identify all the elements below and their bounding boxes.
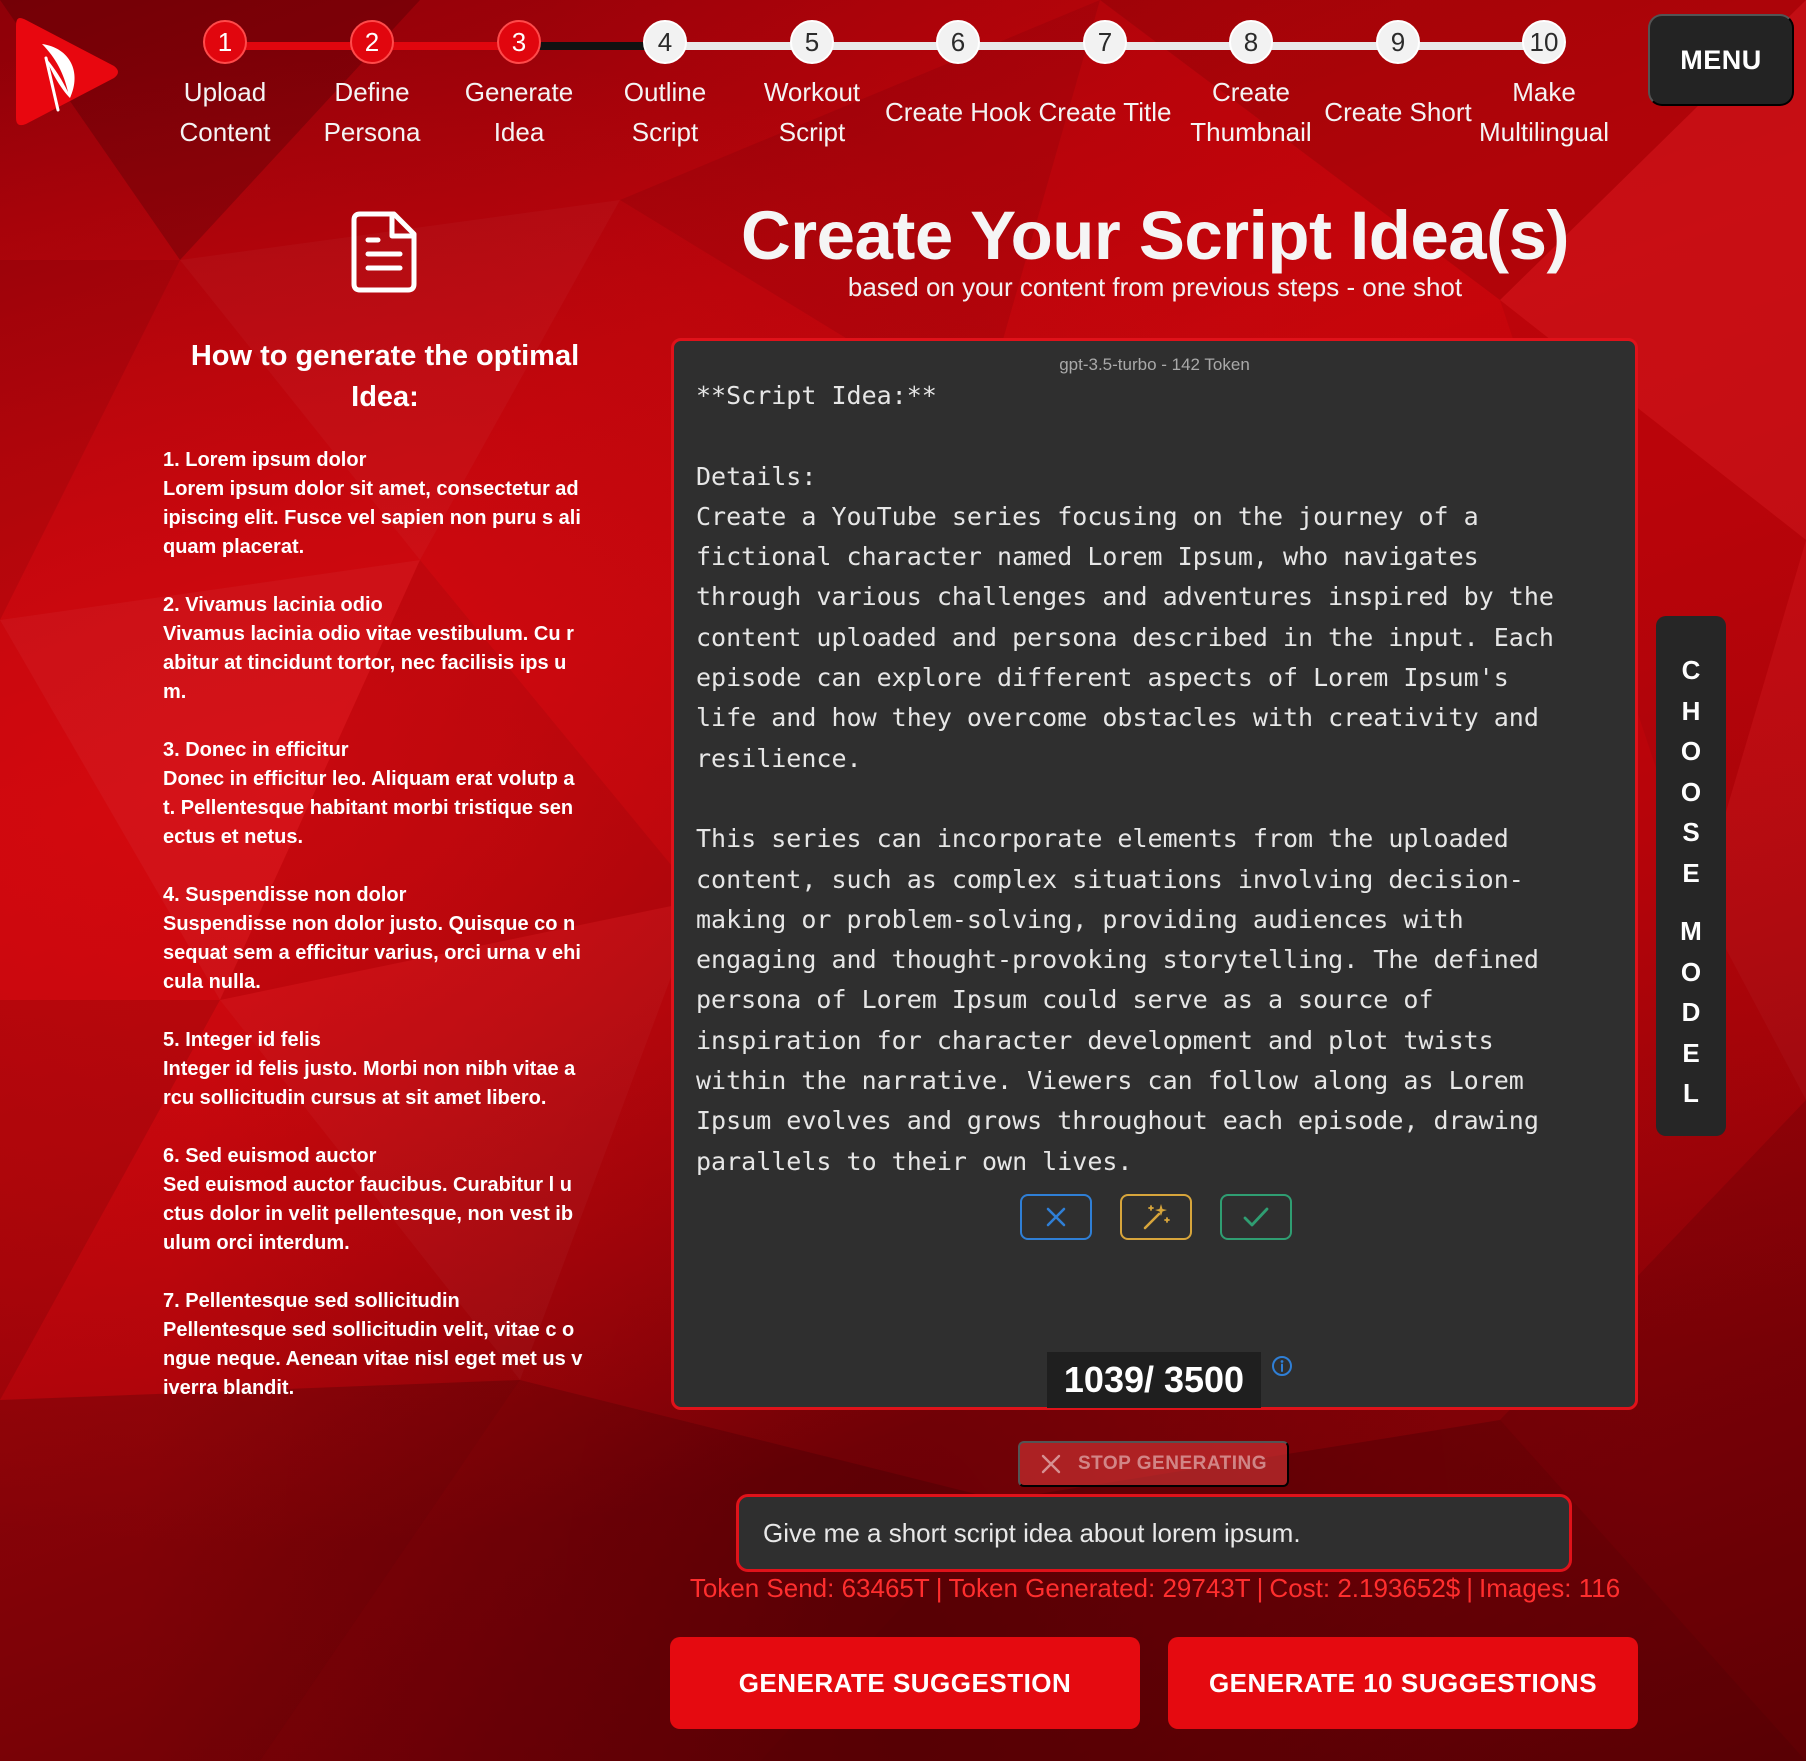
close-icon xyxy=(1041,1454,1061,1474)
tips-list: 1. Lorem ipsum dolor Lorem ipsum dolor s… xyxy=(163,446,583,1432)
tab-letter: S xyxy=(1682,817,1700,847)
progress-stepper: 1 Upload Content 2 Define Persona 3 Gene… xyxy=(150,20,1620,160)
choose-model-tab[interactable]: C H O O S E M O D E L xyxy=(1656,616,1726,1136)
generate-suggestion-button[interactable]: GENERATE SUGGESTION xyxy=(670,1637,1140,1729)
model-token-label: gpt-3.5-turbo - 142 Token xyxy=(1059,355,1250,374)
tip-body: Suspendisse non dolor justo. Quisque co … xyxy=(163,913,581,993)
prompt-input[interactable] xyxy=(739,1497,1569,1569)
step-label: Generate Idea xyxy=(464,77,574,147)
token-generated-stat: Token Generated: 29743T xyxy=(948,1573,1251,1603)
tip-body: Lorem ipsum dolor sit amet, consectetur … xyxy=(163,478,581,558)
tab-letter: O xyxy=(1680,776,1702,807)
tip-title: 1. Lorem ipsum dolor xyxy=(163,449,367,471)
discard-button[interactable] xyxy=(1020,1194,1092,1240)
step-label: Make Multilingual xyxy=(1478,77,1610,147)
list-item: 7. Pellentesque sed sollicitudin Pellent… xyxy=(163,1287,583,1403)
prompt-field-wrapper xyxy=(736,1494,1572,1572)
step-label: Workout Script xyxy=(763,77,861,147)
magic-wand-icon xyxy=(1143,1204,1170,1230)
step-workout-script[interactable]: 5 Workout Script xyxy=(737,20,887,152)
tab-letter: E xyxy=(1682,1037,1700,1068)
page-subtitle: based on your content from previous step… xyxy=(847,272,1463,302)
document-icon xyxy=(351,211,417,293)
step-number: 6 xyxy=(936,20,980,64)
tip-title: 6. Sed euismod auctor xyxy=(163,1145,377,1167)
token-send-stat: Token Send: 63465T xyxy=(689,1573,930,1603)
step-label: Outline Script xyxy=(623,77,707,147)
tab-letter: O xyxy=(1680,956,1702,987)
step-create-title[interactable]: 7 Create Title xyxy=(1030,20,1180,152)
tab-letter: L xyxy=(1683,1078,1699,1108)
tip-title: 3. Donec in efficitur xyxy=(163,739,349,761)
tip-title: 7. Pellentesque sed sollicitudin xyxy=(163,1290,460,1312)
step-define-persona[interactable]: 2 Define Persona xyxy=(297,20,447,152)
tab-letter: O xyxy=(1680,736,1702,766)
tip-body: Vivamus lacinia odio vitae vestibulum. C… xyxy=(163,623,574,703)
tab-letter: M xyxy=(1680,916,1702,946)
script-output-text[interactable]: **Script Idea:** Details: Create a YouTu… xyxy=(696,376,1616,1182)
step-label: Upload Content xyxy=(179,77,271,147)
tip-body: Pellentesque sed sollicitudin velit, vit… xyxy=(163,1319,583,1399)
stop-generating-label: STOP GENERATING xyxy=(1077,1453,1268,1474)
tip-title: 5. Integer id felis xyxy=(163,1029,321,1051)
page-title: Create Your Script Idea(s) xyxy=(740,197,1570,274)
tip-title: 4. Suspendisse non dolor xyxy=(163,884,407,906)
step-label: Create Title xyxy=(1038,97,1172,127)
stop-generating-button[interactable]: STOP GENERATING xyxy=(1018,1441,1289,1487)
app-logo[interactable] xyxy=(12,14,120,130)
step-number: 10 xyxy=(1522,20,1566,64)
close-icon xyxy=(1046,1207,1066,1227)
step-make-multilingual[interactable]: 10 Make Multilingual xyxy=(1469,20,1619,152)
step-number: 1 xyxy=(203,20,247,64)
usage-stats: Token Send: 63465T | Token Generated: 2974… xyxy=(689,1573,1621,1603)
step-number: 4 xyxy=(643,20,687,64)
step-number: 2 xyxy=(350,20,394,64)
step-label: Create Hook xyxy=(885,97,1031,127)
step-upload-content[interactable]: 1 Upload Content xyxy=(150,20,300,152)
list-item: 6. Sed euismod auctor Sed euismod auctor… xyxy=(163,1142,583,1258)
menu-button[interactable]: MENU xyxy=(1648,14,1794,106)
step-create-thumbnail[interactable]: 8 Create Thumbnail xyxy=(1176,20,1326,152)
output-actions xyxy=(1020,1194,1292,1240)
tip-body: Donec in efficitur leo. Aliquam erat vol… xyxy=(163,768,575,848)
check-icon xyxy=(1243,1207,1269,1227)
tab-letter: E xyxy=(1682,857,1700,888)
list-item: 4. Suspendisse non dolor Suspendisse non… xyxy=(163,881,583,997)
tip-body: Integer id felis justo. Morbi non nibh v… xyxy=(163,1058,576,1109)
step-create-short[interactable]: 9 Create Short xyxy=(1323,20,1473,152)
cost-stat: Cost: 2.193652$ xyxy=(1269,1573,1461,1603)
step-create-hook[interactable]: 6 Create Hook xyxy=(883,20,1033,152)
tab-letter: D xyxy=(1681,997,1701,1027)
step-number: 9 xyxy=(1376,20,1420,64)
step-number: 7 xyxy=(1083,20,1127,64)
step-label: Create Thumbnail xyxy=(1190,77,1312,147)
refine-button[interactable] xyxy=(1120,1194,1192,1240)
images-stat: Images: 116 xyxy=(1479,1573,1621,1603)
tab-letter: H xyxy=(1681,695,1701,726)
character-counter: 1039/ 3500 xyxy=(1047,1352,1261,1408)
list-item: 3. Donec in efficitur Donec in efficitur… xyxy=(163,736,583,852)
script-output-panel: gpt-3.5-turbo - 142 Token **Script Idea:… xyxy=(671,338,1638,1410)
tab-letter: C xyxy=(1681,655,1701,685)
step-label: Define Persona xyxy=(323,77,421,147)
info-icon[interactable] xyxy=(1271,1355,1293,1377)
step-number: 8 xyxy=(1229,20,1273,64)
accept-button[interactable] xyxy=(1220,1194,1292,1240)
generate-10-suggestions-button[interactable]: GENERATE 10 SUGGESTIONS xyxy=(1168,1637,1638,1729)
step-number: 5 xyxy=(790,20,834,64)
step-label: Create Short xyxy=(1324,97,1472,127)
step-generate-idea[interactable]: 3 Generate Idea xyxy=(444,20,594,152)
step-number: 3 xyxy=(497,20,541,64)
tip-title: 2. Vivamus lacinia odio xyxy=(163,594,383,616)
list-item: 1. Lorem ipsum dolor Lorem ipsum dolor s… xyxy=(163,446,583,562)
sidebar-title: How to generate the optimal Idea: xyxy=(190,340,580,413)
tip-body: Sed euismod auctor faucibus. Curabitur l… xyxy=(163,1174,574,1254)
step-outline-script[interactable]: 4 Outline Script xyxy=(590,20,740,152)
list-item: 5. Integer id felis Integer id felis jus… xyxy=(163,1026,583,1113)
list-item: 2. Vivamus lacinia odio Vivamus lacinia … xyxy=(163,591,583,707)
